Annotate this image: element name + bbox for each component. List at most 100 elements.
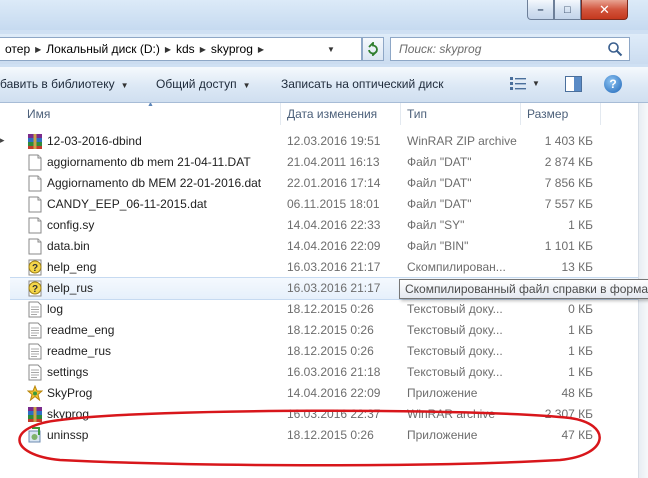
file-date: 18.12.2015 0:26 — [287, 323, 374, 337]
file-name: SkyProg — [47, 386, 93, 400]
breadcrumb-computer[interactable]: отер — [2, 42, 33, 56]
svg-text:?: ? — [32, 263, 38, 274]
refresh-icon — [368, 42, 378, 56]
file-row[interactable]: config.sy 14.04.2016 22:33 Файл "SY" 1 КБ — [10, 215, 638, 236]
window-controls: – □ ✕ — [527, 0, 628, 22]
file-icon — [27, 196, 43, 213]
file-size: 48 КБ — [561, 386, 593, 400]
text-doc-icon — [27, 301, 43, 318]
file-type: Текстовый доку... — [407, 344, 503, 358]
file-row[interactable]: Aggiornamento db MEM 22-01-2016.dat 22.01… — [10, 173, 638, 194]
column-divider[interactable] — [600, 103, 601, 125]
share-button[interactable]: Общий доступ ▼ — [156, 77, 251, 91]
file-type: Файл "SY" — [407, 218, 465, 232]
file-name: 12-03-2016-dbind — [47, 134, 142, 148]
file-size: 1 КБ — [568, 323, 593, 337]
column-header-name[interactable]: Имя — [27, 107, 50, 121]
file-row[interactable]: 12-03-2016-dbind 12.03.2016 19:51 WinRAR Z… — [10, 131, 638, 152]
breadcrumb-local-disk[interactable]: Локальный диск (D:) — [43, 42, 163, 56]
file-row[interactable]: readme_eng 18.12.2015 0:26 Текстовый доку.… — [10, 320, 638, 341]
nav-expand-icon[interactable]: ▸ — [0, 135, 5, 146]
close-button[interactable]: ✕ — [581, 0, 628, 20]
share-label: Общий доступ — [156, 77, 237, 91]
file-date: 16.03.2016 21:18 — [287, 365, 381, 379]
help-button[interactable]: ? — [604, 75, 622, 93]
preview-pane-icon — [565, 76, 582, 92]
file-row[interactable]: SkyProg 14.04.2016 22:09 Приложение 48 КБ — [10, 383, 638, 404]
address-history-dropdown-icon[interactable]: ▼ — [323, 38, 339, 60]
file-row[interactable]: data.bin 14.04.2016 22:09 Файл "BIN" 1 101 … — [10, 236, 638, 257]
view-list-icon — [510, 77, 526, 90]
file-name: Aggiornamento db MEM 22-01-2016.dat — [47, 176, 262, 190]
text-doc-icon — [27, 322, 43, 339]
column-header-size[interactable]: Размер — [527, 107, 568, 121]
chevron-down-icon: ▼ — [242, 81, 251, 90]
search-icon[interactable] — [607, 41, 623, 57]
tooltip: Скомпилированный файл справки в форма — [399, 279, 648, 299]
file-name: CANDY_EEP_06-11-2015.dat — [47, 197, 207, 211]
address-bar[interactable]: отер ▶ Локальный диск (D:) ▶ kds ▶ skypr… — [0, 37, 362, 61]
file-row[interactable]: readme_rus 18.12.2015 0:26 Текстовый доку.… — [10, 341, 638, 362]
burn-to-disc-label: Записать на оптический диск — [281, 77, 444, 91]
column-header-date[interactable]: Дата изменения — [287, 107, 377, 121]
preview-pane-button[interactable] — [565, 76, 582, 95]
skyprog-app-icon — [26, 384, 44, 402]
svg-text:?: ? — [32, 284, 38, 295]
column-header-row: ▲ Имя Дата изменения Тип Размер — [10, 103, 638, 125]
file-type: Приложение — [407, 428, 478, 442]
file-row[interactable]: skyprog 16.03.2016 22:37 WinRAR archive 2 3… — [10, 404, 638, 425]
burn-to-disc-button[interactable]: Записать на оптический диск — [281, 77, 444, 91]
winrar-icon — [27, 133, 43, 150]
file-row[interactable]: ? help_eng 16.03.2016 21:17 Скомпилирован..… — [10, 257, 638, 278]
file-type: Скомпилирован... — [407, 260, 506, 274]
file-icon — [27, 175, 43, 192]
file-row[interactable]: uninssp 18.12.2015 0:26 Приложение 47 КБ — [10, 425, 638, 446]
file-type: Текстовый доку... — [407, 323, 503, 337]
column-header-type[interactable]: Тип — [407, 107, 427, 121]
breadcrumb-skyprog[interactable]: skyprog — [208, 42, 256, 56]
search-box[interactable] — [390, 37, 630, 61]
file-size: 1 101 КБ — [544, 239, 593, 253]
file-type: Файл "DAT" — [407, 197, 472, 211]
file-date: 06.11.2015 18:01 — [287, 197, 380, 211]
file-type: Приложение — [407, 386, 478, 400]
file-type: Текстовый доку... — [407, 365, 503, 379]
refresh-button[interactable] — [362, 37, 384, 61]
file-size: 1 403 КБ — [544, 134, 593, 148]
breadcrumb-separator-icon[interactable]: ▶ — [33, 45, 43, 54]
file-type: WinRAR ZIP archive — [407, 134, 517, 148]
file-row[interactable]: settings 16.03.2016 21:18 Текстовый доку..… — [10, 362, 638, 383]
file-date: 12.03.2016 19:51 — [287, 134, 381, 148]
file-name: readme_eng — [47, 323, 115, 337]
file-size: 47 КБ — [561, 428, 593, 442]
file-row[interactable]: log 18.12.2015 0:26 Текстовый доку... 0 КБ — [10, 299, 638, 320]
column-divider[interactable] — [520, 103, 521, 125]
file-date: 14.04.2016 22:09 — [287, 386, 381, 400]
file-row[interactable]: CANDY_EEP_06-11-2015.dat 06.11.2015 18:01… — [10, 194, 638, 215]
file-type: Файл "BIN" — [407, 239, 469, 253]
chevron-down-icon[interactable]: ▼ — [532, 79, 540, 88]
maximize-button[interactable]: □ — [554, 0, 581, 20]
file-icon — [27, 238, 43, 255]
add-to-library-label: бавить в библиотеку — [0, 77, 115, 91]
minimize-button[interactable]: – — [527, 0, 554, 20]
add-to-library-button[interactable]: бавить в библиотеку ▼ — [0, 77, 129, 91]
file-type: WinRAR archive — [407, 407, 496, 421]
file-date: 18.12.2015 0:26 — [287, 302, 374, 316]
file-date: 22.01.2016 17:14 — [287, 176, 381, 190]
search-input[interactable] — [399, 42, 599, 56]
installer-app-icon — [27, 427, 43, 444]
breadcrumb-separator-icon[interactable]: ▶ — [163, 45, 173, 54]
file-row[interactable]: aggiornamento db mem 21-04-11.DAT 21.04.2… — [10, 152, 638, 173]
file-name: data.bin — [47, 239, 90, 253]
chevron-down-icon: ▼ — [120, 81, 129, 90]
file-name: skyprog — [47, 407, 90, 421]
column-divider[interactable] — [400, 103, 401, 125]
file-date: 16.03.2016 21:17 — [287, 260, 381, 274]
change-view-button[interactable]: ▼ — [510, 76, 540, 90]
breadcrumb-separator-icon[interactable]: ▶ — [256, 45, 266, 54]
file-name: uninssp — [47, 428, 89, 442]
breadcrumb-kds[interactable]: kds — [173, 42, 198, 56]
column-divider[interactable] — [280, 103, 281, 125]
breadcrumb-separator-icon[interactable]: ▶ — [198, 45, 208, 54]
